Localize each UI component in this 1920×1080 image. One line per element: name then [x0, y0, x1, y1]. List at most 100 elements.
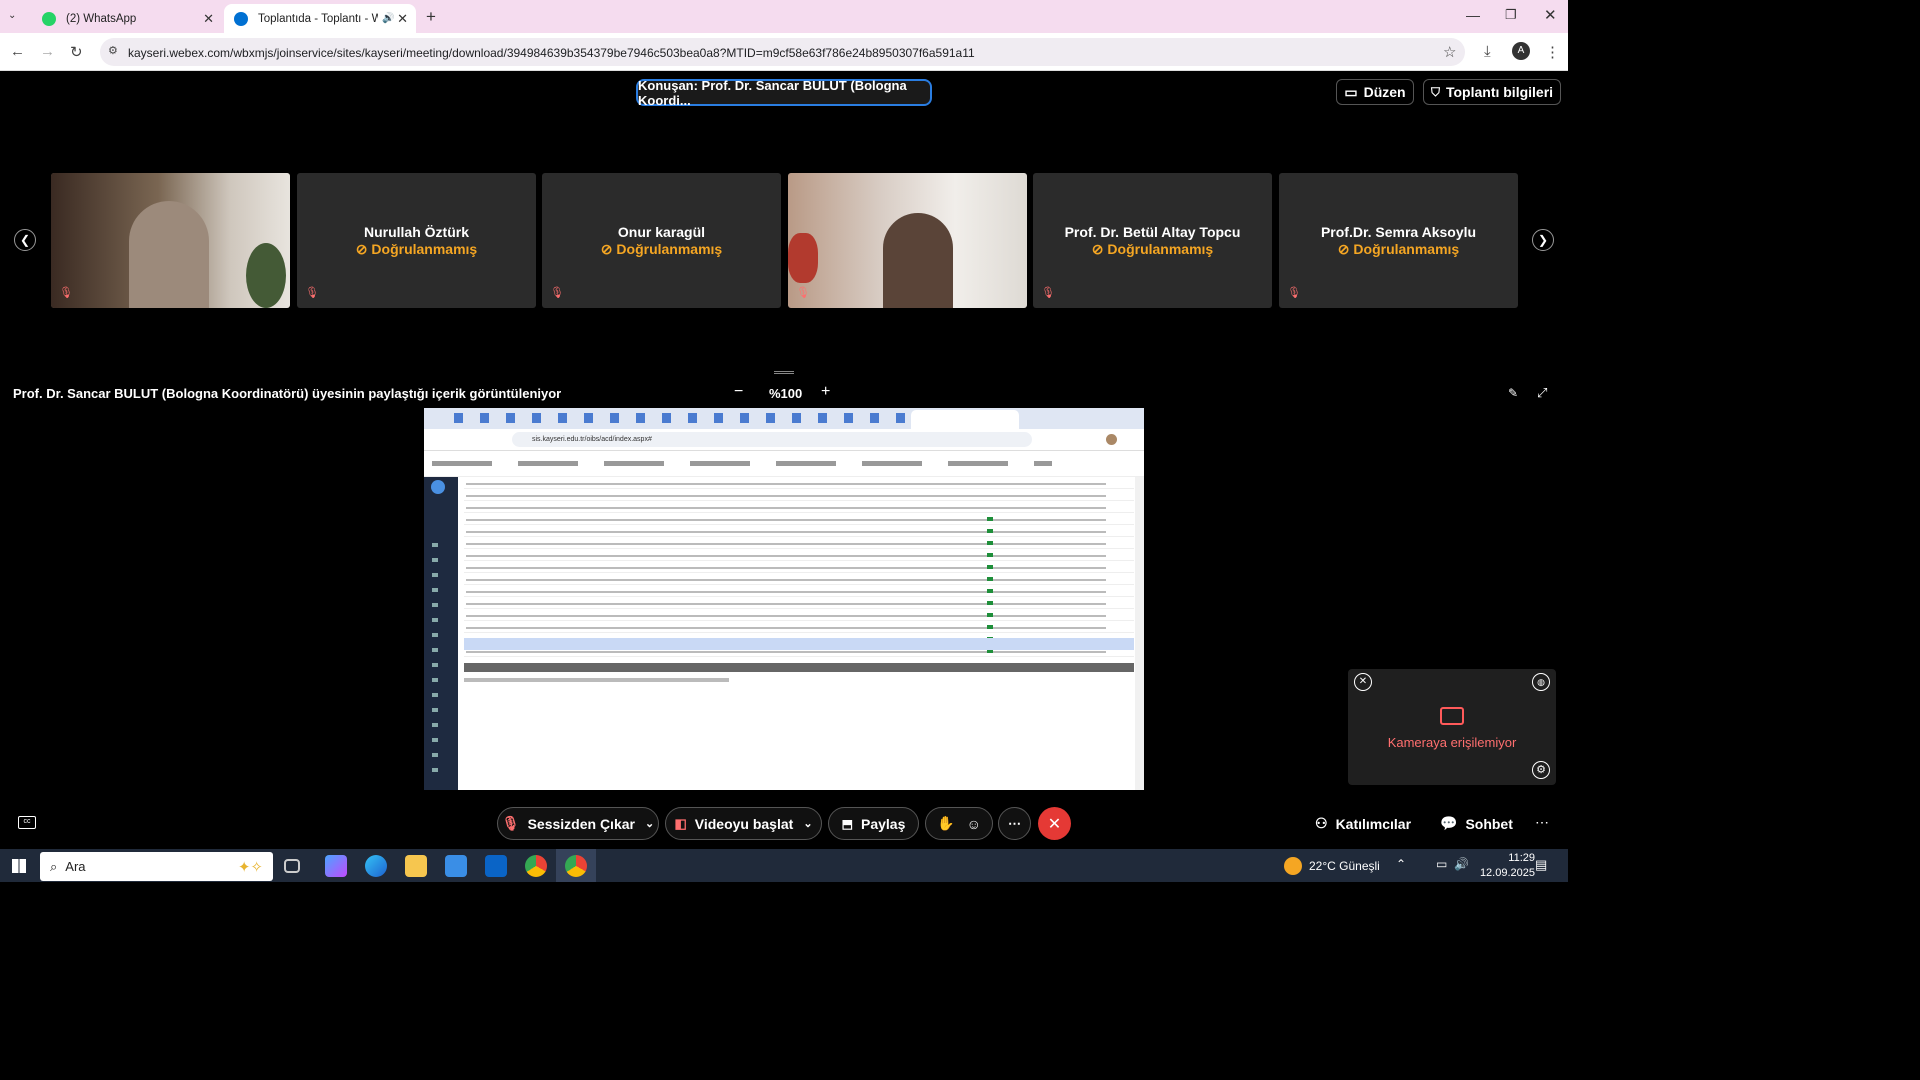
tab-webex[interactable]: Toplantıda - Toplantı - Webe 🔊 ✕ — [224, 4, 416, 33]
close-tab-icon[interactable]: ✕ — [397, 11, 408, 27]
copilot-icon[interactable] — [325, 855, 347, 877]
raise-hand-icon[interactable]: ✋ — [937, 815, 954, 832]
previous-participants-button[interactable]: ❮ — [14, 229, 36, 251]
weather-label[interactable]: 22°C Güneşli — [1309, 859, 1380, 873]
tray-chevron-icon[interactable]: ⌃ — [1396, 857, 1406, 871]
muted-mic-icon: 🎙 — [1041, 287, 1055, 299]
chrome-icon[interactable] — [525, 855, 547, 877]
participant-tile[interactable]: 🎙 — [51, 173, 290, 308]
notification-icon[interactable]: ▤ — [1535, 857, 1547, 873]
shared-selected-row — [464, 638, 1134, 650]
forward-icon[interactable]: → — [40, 43, 55, 60]
share-button[interactable]: ⬒ Paylaş — [828, 807, 919, 840]
participant-tile[interactable]: Prof. Dr. Betül Altay Topcu ⊘ Doğrulanma… — [1033, 173, 1272, 308]
shared-addressbar: sis.kayseri.edu.tr/oibs/acd/index.aspx# — [424, 429, 1144, 451]
settings-icon[interactable]: ⚙ — [1532, 761, 1550, 779]
zoom-in-button[interactable]: + — [821, 383, 830, 401]
minimize-button[interactable]: — — [1466, 7, 1480, 23]
edge-icon[interactable] — [365, 855, 387, 877]
chat-button[interactable]: 💬 Sohbet — [1440, 815, 1513, 832]
participant-tile[interactable]: Onur karagül ⊘ Doğrulanmamış 🎙 — [542, 173, 781, 308]
unverified-status: ⊘ Doğrulanmamış — [1091, 241, 1214, 257]
zoom-level: %100 — [769, 386, 803, 401]
taskbar-search[interactable]: ⌕ Ara ✦✧ — [40, 852, 273, 881]
reactions-icon[interactable]: ☺ — [967, 816, 981, 832]
shared-screen: sis.kayseri.edu.tr/oibs/acd/index.aspx# — [424, 408, 1144, 790]
tab-bar: ⌄ (2) WhatsApp ✕ Toplantıda - Toplantı -… — [0, 0, 1568, 33]
shared-url-text: sis.kayseri.edu.tr/oibs/acd/index.aspx# — [532, 436, 652, 443]
annotate-icon[interactable]: ✎ — [1508, 386, 1518, 400]
camera-unavailable-label: Kameraya erişilemiyor — [1387, 735, 1517, 750]
outlook-icon[interactable] — [485, 855, 507, 877]
leave-meeting-button[interactable]: ✕ — [1038, 807, 1071, 840]
shared-favicons — [454, 413, 914, 423]
self-view: ✕ ◍ Kameraya erişilemiyor ⚙ — [1348, 669, 1556, 785]
layout-button[interactable]: ▭ Düzen — [1336, 79, 1414, 105]
reload-icon[interactable]: ↻ — [70, 43, 83, 61]
meeting-info-button[interactable]: ⛉ Toplantı bilgileri — [1423, 79, 1561, 105]
start-video-label: Videoyu başlat — [694, 815, 794, 832]
participant-name: Prof.Dr. Semra Aksoylu — [1320, 224, 1477, 240]
muted-mic-icon: 🎙 — [501, 815, 520, 831]
tab-whatsapp[interactable]: (2) WhatsApp ✕ — [32, 4, 222, 33]
unverified-status: ⊘ Doğrulanmamış — [1337, 241, 1460, 257]
file-explorer-icon[interactable] — [405, 855, 427, 877]
unmute-button[interactable]: 🎙 Sessizden Çıkar ⌄ — [497, 807, 659, 840]
speaking-label: Konuşan: Prof. Dr. Sancar BULUT (Bologna… — [638, 77, 907, 108]
network-icon[interactable]: ▭ — [1436, 857, 1447, 871]
site-settings-icon[interactable]: ⚙ — [108, 44, 118, 57]
shared-footer-text — [464, 678, 729, 682]
start-button[interactable] — [12, 859, 26, 873]
search-placeholder: Ara — [65, 859, 86, 874]
layout-label: Düzen — [1363, 84, 1406, 100]
speaker-icon: 🔊 — [382, 13, 395, 24]
volume-icon[interactable]: 🔊 — [1454, 857, 1469, 871]
resize-handle[interactable] — [774, 371, 794, 374]
participant-name: Nurullah Öztürk — [363, 224, 469, 240]
more-panels-icon[interactable]: ⋯ — [1535, 814, 1549, 831]
close-tab-icon[interactable]: ✕ — [203, 11, 214, 27]
participant-name: Prof. Dr. Betül Altay Topcu — [1064, 224, 1241, 240]
pin-icon[interactable]: ✕ — [1354, 673, 1372, 691]
more-options-button[interactable]: ⋯ — [998, 807, 1031, 840]
avatar[interactable]: A — [1512, 42, 1530, 60]
url-field[interactable]: ⚙ kayseri.webex.com/wbxmjs/joinservice/s… — [100, 38, 1465, 66]
clock-time[interactable]: 11:29 — [1487, 852, 1535, 864]
store-icon[interactable] — [445, 855, 467, 877]
chat-icon: 💬 — [1440, 815, 1458, 831]
person-silhouette — [129, 201, 209, 308]
new-tab-button[interactable]: + — [426, 7, 436, 27]
bookmark-icon[interactable]: ☆ — [1443, 43, 1456, 61]
shared-bookmark-items — [432, 461, 1052, 466]
url-text: kayseri.webex.com/wbxmjs/joinservice/sit… — [128, 46, 975, 60]
muted-mic-icon: 🎙 — [1287, 287, 1301, 299]
participant-tile[interactable]: Prof.Dr. Semra Aksoylu ⊘ Doğrulanmamış 🎙 — [1279, 173, 1518, 308]
participant-name: Onur karagül — [617, 224, 706, 240]
clock-date[interactable]: 12.09.2025 — [1475, 867, 1535, 879]
shield-icon: ⛉ — [1430, 84, 1440, 99]
zoom-out-button[interactable]: − — [734, 383, 743, 401]
tab-list-button[interactable]: ⌄ — [8, 10, 16, 21]
next-participants-button[interactable]: ❯ — [1532, 229, 1554, 251]
restore-button[interactable]: ❐ — [1505, 7, 1517, 23]
fullscreen-icon[interactable]: ⤢ — [1537, 385, 1547, 401]
menu-icon[interactable]: ⋮ — [1545, 43, 1560, 61]
chevron-down-icon[interactable]: ⌄ — [645, 817, 654, 830]
back-icon[interactable]: ← — [10, 43, 25, 60]
shared-sidebar — [424, 477, 458, 790]
participant-tile[interactable]: Nurullah Öztürk ⊘ Doğrulanmamış 🎙 — [297, 173, 536, 308]
shared-table-text — [466, 481, 1106, 661]
chevron-down-icon[interactable]: ⌄ — [803, 817, 812, 830]
close-window-button[interactable]: ✕ — [1544, 6, 1557, 24]
start-video-button[interactable]: ◧ Videoyu başlat ⌄ — [665, 807, 822, 840]
search-icon: ⌕ — [50, 858, 58, 874]
captions-icon[interactable]: cc — [18, 816, 36, 829]
share-label: Paylaş — [860, 815, 906, 832]
task-view-icon[interactable] — [284, 859, 300, 873]
chrome-icon[interactable] — [565, 855, 587, 877]
participants-button[interactable]: ⚇ Katılımcılar — [1315, 815, 1411, 832]
participant-tile[interactable]: 🎙 — [788, 173, 1027, 308]
download-icon[interactable]: ⤓ — [1484, 43, 1491, 60]
video-off-icon: ◧ — [674, 815, 687, 831]
expand-icon[interactable]: ◍ — [1532, 673, 1550, 691]
